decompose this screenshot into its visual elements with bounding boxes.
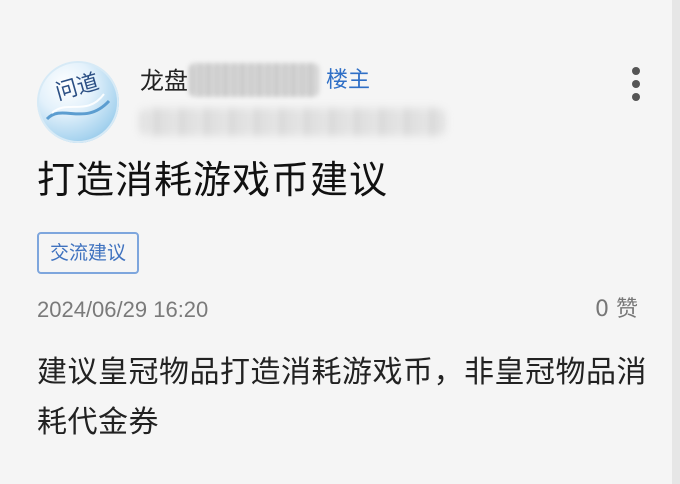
author-name-redacted: [189, 63, 319, 97]
more-dot-1: [632, 67, 640, 75]
post-body: 建议皇冠物品打造消耗游戏币，非皇冠物品消耗代金券: [37, 355, 647, 440]
like-count[interactable]: 0 赞: [595, 296, 638, 324]
author-meta-redacted: [140, 108, 445, 136]
owner-badge: 楼主: [326, 68, 371, 93]
post-title: 打造消耗游戏币建议: [37, 158, 389, 202]
post-card: 问道 龙盘 楼主 打造消耗游戏币建议 交流建议 2024/06/29 16:20…: [0, 0, 672, 484]
scroll-rail: [672, 0, 680, 484]
more-dot-3: [632, 93, 640, 101]
post-date: 2024/06/29 16:20: [37, 297, 209, 322]
author-name[interactable]: 龙盘: [140, 66, 188, 96]
more-vertical-icon[interactable]: [624, 64, 648, 104]
topic-tag[interactable]: 交流建议: [37, 232, 140, 274]
avatar-glyph-1: 问道: [53, 70, 102, 106]
avatar[interactable]: 问道: [37, 61, 119, 143]
avatar-image: 问道: [37, 61, 119, 143]
more-dot-2: [632, 80, 640, 88]
